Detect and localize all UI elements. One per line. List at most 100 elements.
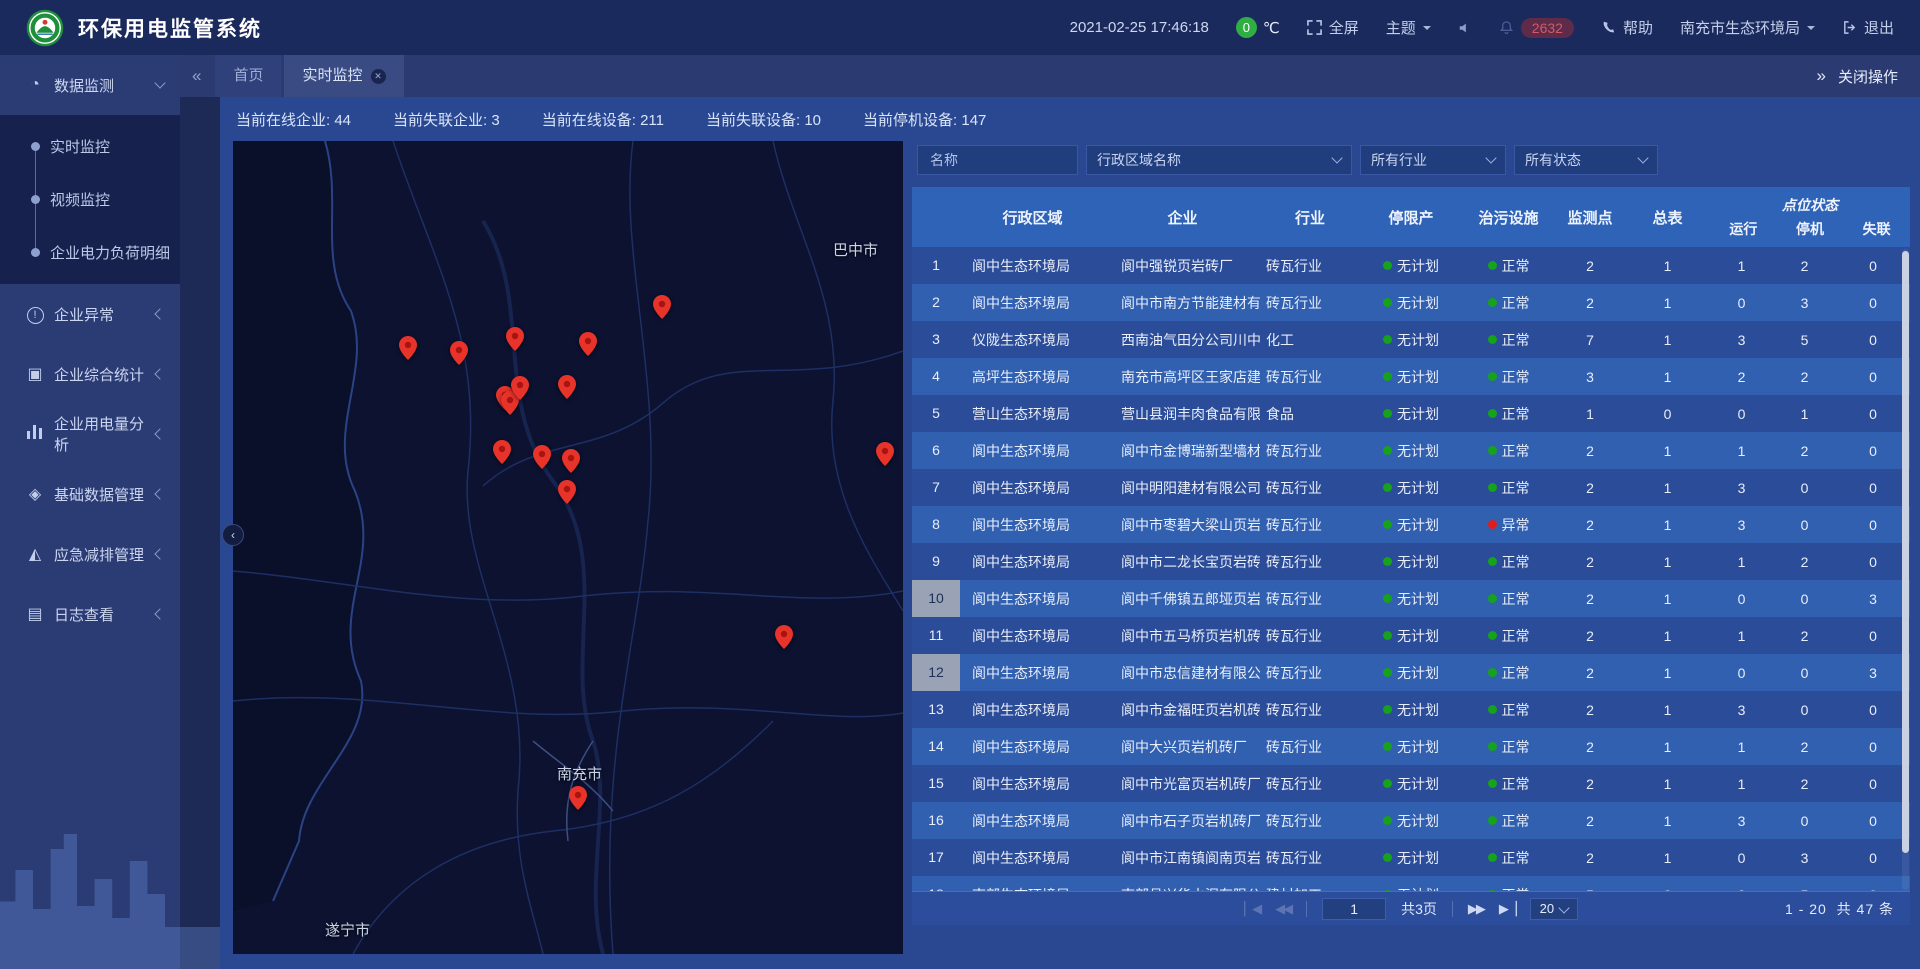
map-pin-icon[interactable] xyxy=(506,327,524,351)
region-filter-select[interactable]: 行政区域名称 xyxy=(1086,145,1352,175)
sidebar-item-log-view[interactable]: ▤ 日志查看 xyxy=(0,584,180,644)
table-row[interactable]: 15 阆中生态环境局 阆中市光富页岩机砖厂 砖瓦行业 无计划 正常 2 1 1 … xyxy=(912,765,1910,802)
map-pin-icon[interactable] xyxy=(511,376,529,400)
next-page-button[interactable]: ▶▶ xyxy=(1468,901,1484,917)
table-row[interactable]: 1 阆中生态环境局 阆中强锐页岩砖厂 砖瓦行业 无计划 正常 2 1 1 2 0 xyxy=(912,247,1910,284)
cell-monitor-points: 7 xyxy=(1555,332,1625,348)
tab-realtime-monitoring[interactable]: 实时监控 ✕ xyxy=(284,55,403,97)
col-header-running: 运行 xyxy=(1710,219,1777,239)
map-pin-icon[interactable] xyxy=(579,332,597,356)
table-row[interactable]: 3 仪陇生态环境局 西南油气田分公司川中 化工 无计划 正常 7 1 3 5 0 xyxy=(912,321,1910,358)
table-row[interactable]: 17 阆中生态环境局 阆中市江南镇阆南页岩 砖瓦行业 无计划 正常 2 1 0 … xyxy=(912,839,1910,876)
industry-filter-select[interactable]: 所有行业 xyxy=(1360,145,1506,175)
first-page-button[interactable]: ▏◀ xyxy=(1244,901,1260,917)
cell-industry: 化工 xyxy=(1260,330,1360,350)
table-row[interactable]: 9 阆中生态环境局 阆中市二龙长宝页岩砖 砖瓦行业 无计划 正常 2 1 1 2… xyxy=(912,543,1910,580)
sidebar-item-power-load-detail[interactable]: 企业电力负荷明细 xyxy=(0,226,180,279)
sidebar-item-realtime-monitoring[interactable]: 实时监控 xyxy=(0,120,180,173)
table-row[interactable]: 5 营山生态环境局 营山县润丰肉食品有限 食品 无计划 正常 1 0 0 1 0 xyxy=(912,395,1910,432)
table-row[interactable]: 12 阆中生态环境局 阆中市忠信建材有限公 砖瓦行业 无计划 正常 2 1 0 … xyxy=(912,654,1910,691)
table-row[interactable]: 6 阆中生态环境局 阆中市金博瑞新型墙材 砖瓦行业 无计划 正常 2 1 1 2… xyxy=(912,432,1910,469)
map-pin-icon[interactable] xyxy=(558,480,576,504)
sidebar-item-enterprise-abnormal[interactable]: ! 企业异常 xyxy=(0,284,180,344)
cell-pollution-facility: 正常 xyxy=(1502,848,1530,868)
cell-industry: 食品 xyxy=(1260,404,1360,424)
cell-stopped: 0 xyxy=(1773,813,1836,829)
cell-pollution-facility: 正常 xyxy=(1502,441,1530,461)
table-row[interactable]: 4 高坪生态环境局 南充市高坪区王家店建 砖瓦行业 无计划 正常 3 1 2 2… xyxy=(912,358,1910,395)
enterprise-table-panel: 行政区域名称 所有行业 所有状态 行政区域 企业 行业 停限产 治污设施 监测点… xyxy=(912,141,1910,925)
status-dot xyxy=(1383,520,1392,529)
fullscreen-button[interactable]: 全屏 xyxy=(1307,17,1359,38)
map-pin-icon[interactable] xyxy=(558,375,576,399)
sidebar-item-enterprise-statistics[interactable]: ▣ 企业综合统计 xyxy=(0,344,180,404)
last-page-button[interactable]: ▶▕ xyxy=(1499,901,1515,917)
tab-home[interactable]: 首页 xyxy=(215,55,281,97)
map-pin-icon[interactable] xyxy=(653,295,671,319)
cell-pollution-facility: 正常 xyxy=(1502,737,1530,757)
cell-stopped: 0 xyxy=(1773,591,1836,607)
close-icon[interactable]: ✕ xyxy=(371,69,386,84)
temperature-unit: ℃ xyxy=(1263,19,1280,37)
cell-stopped: 0 xyxy=(1773,702,1836,718)
table-row[interactable]: 8 阆中生态环境局 阆中市枣碧大梁山页岩 砖瓦行业 无计划 异常 2 1 3 0… xyxy=(912,506,1910,543)
table-scrollbar-thumb[interactable] xyxy=(1902,251,1909,853)
map-pin-icon[interactable] xyxy=(399,336,417,360)
mute-button[interactable] xyxy=(1458,21,1472,35)
table-header: 行政区域 企业 行业 停限产 治污设施 监测点 总表 点位状态 运行 停机 失联 xyxy=(912,187,1910,247)
cell-region: 阆中生态环境局 xyxy=(960,552,1105,572)
tabs-scroll-left-icon[interactable]: « xyxy=(192,66,201,86)
cell-stopped: 5 xyxy=(1773,332,1836,348)
notifications-button[interactable]: 2632 xyxy=(1499,18,1574,38)
table-row[interactable]: 13 阆中生态环境局 阆中市金福旺页岩机砖 砖瓦行业 无计划 正常 2 1 3 … xyxy=(912,691,1910,728)
cell-region: 阆中生态环境局 xyxy=(960,663,1105,683)
cell-production-limit: 无计划 xyxy=(1397,515,1439,535)
sidebar-item-data-monitoring[interactable]: ◔ 数据监测 xyxy=(0,55,180,115)
prev-page-button[interactable]: ◀◀ xyxy=(1275,901,1291,917)
sidebar-item-power-usage-analysis[interactable]: 企业用电量分析 xyxy=(0,404,180,464)
table-row[interactable]: 11 阆中生态环境局 阆中市五马桥页岩机砖 砖瓦行业 无计划 正常 2 1 1 … xyxy=(912,617,1910,654)
table-row[interactable]: 18 南部生态环境局 南部县兴华水泥有限公 建材加工 无计划 正常 5 2 2 … xyxy=(912,876,1910,892)
page-size-select[interactable]: 20 xyxy=(1530,898,1578,920)
notification-count-badge: 2632 xyxy=(1521,18,1574,38)
map-pin-icon[interactable] xyxy=(775,625,793,649)
cell-total-meters: 1 xyxy=(1625,702,1710,718)
table-row[interactable]: 7 阆中生态环境局 阆中明阳建材有限公司 砖瓦行业 无计划 正常 2 1 3 0… xyxy=(912,469,1910,506)
org-dropdown[interactable]: 南充市生态环境局 xyxy=(1680,17,1815,38)
cell-running: 1 xyxy=(1710,258,1773,274)
table-row[interactable]: 16 阆中生态环境局 阆中市石子页岩机砖厂 砖瓦行业 无计划 正常 2 1 3 … xyxy=(912,802,1910,839)
map-pin-icon[interactable] xyxy=(493,440,511,464)
map-pin-icon[interactable] xyxy=(450,341,468,365)
logout-button[interactable]: 退出 xyxy=(1842,17,1894,38)
help-button[interactable]: 帮助 xyxy=(1601,17,1653,38)
status-dot xyxy=(1488,446,1497,455)
table-row[interactable]: 10 阆中生态环境局 阆中千佛镇五郎垭页岩 砖瓦行业 无计划 正常 2 1 0 … xyxy=(912,580,1910,617)
page-number-input[interactable] xyxy=(1322,898,1386,920)
map-pin-icon[interactable] xyxy=(533,445,551,469)
status-filter-select[interactable]: 所有状态 xyxy=(1514,145,1658,175)
cell-total-meters: 1 xyxy=(1625,295,1710,311)
cell-total-meters: 0 xyxy=(1625,406,1710,422)
tabs-scroll-right-icon[interactable]: » xyxy=(1817,66,1826,86)
sidebar-item-base-data[interactable]: ◈ 基础数据管理 xyxy=(0,464,180,524)
cell-lost: 0 xyxy=(1836,776,1910,792)
table-row[interactable]: 2 阆中生态环境局 阆中市南方节能建材有 砖瓦行业 无计划 正常 2 1 0 3… xyxy=(912,284,1910,321)
cell-total-meters: 1 xyxy=(1625,443,1710,459)
map-panel[interactable]: 巴中市 南充市 遂宁市 ‹ xyxy=(233,141,903,954)
row-index: 16 xyxy=(912,802,960,839)
cell-industry: 砖瓦行业 xyxy=(1260,478,1360,498)
status-dot xyxy=(1488,261,1497,270)
map-collapse-handle[interactable]: ‹ xyxy=(222,524,244,546)
sidebar-item-emergency-reduction[interactable]: ◭ 应急减排管理 xyxy=(0,524,180,584)
map-pin-icon[interactable] xyxy=(569,786,587,810)
theme-dropdown[interactable]: 主题 xyxy=(1386,17,1431,38)
map-pin-icon[interactable] xyxy=(876,442,894,466)
table-row[interactable]: 14 阆中生态环境局 阆中大兴页岩机砖厂 砖瓦行业 无计划 正常 2 1 1 2… xyxy=(912,728,1910,765)
sidebar: ◔ 数据监测 实时监控 视频监控 企业电力负荷明细 ! 企业异常 ▣ 企业综合统… xyxy=(0,55,180,969)
close-operations-button[interactable]: 关闭操作 xyxy=(1838,66,1898,87)
map-pin-icon[interactable] xyxy=(562,449,580,473)
cell-lost: 0 xyxy=(1836,332,1910,348)
row-index: 8 xyxy=(912,506,960,543)
name-filter-input[interactable] xyxy=(928,151,1067,169)
sidebar-item-video-monitoring[interactable]: 视频监控 xyxy=(0,173,180,226)
